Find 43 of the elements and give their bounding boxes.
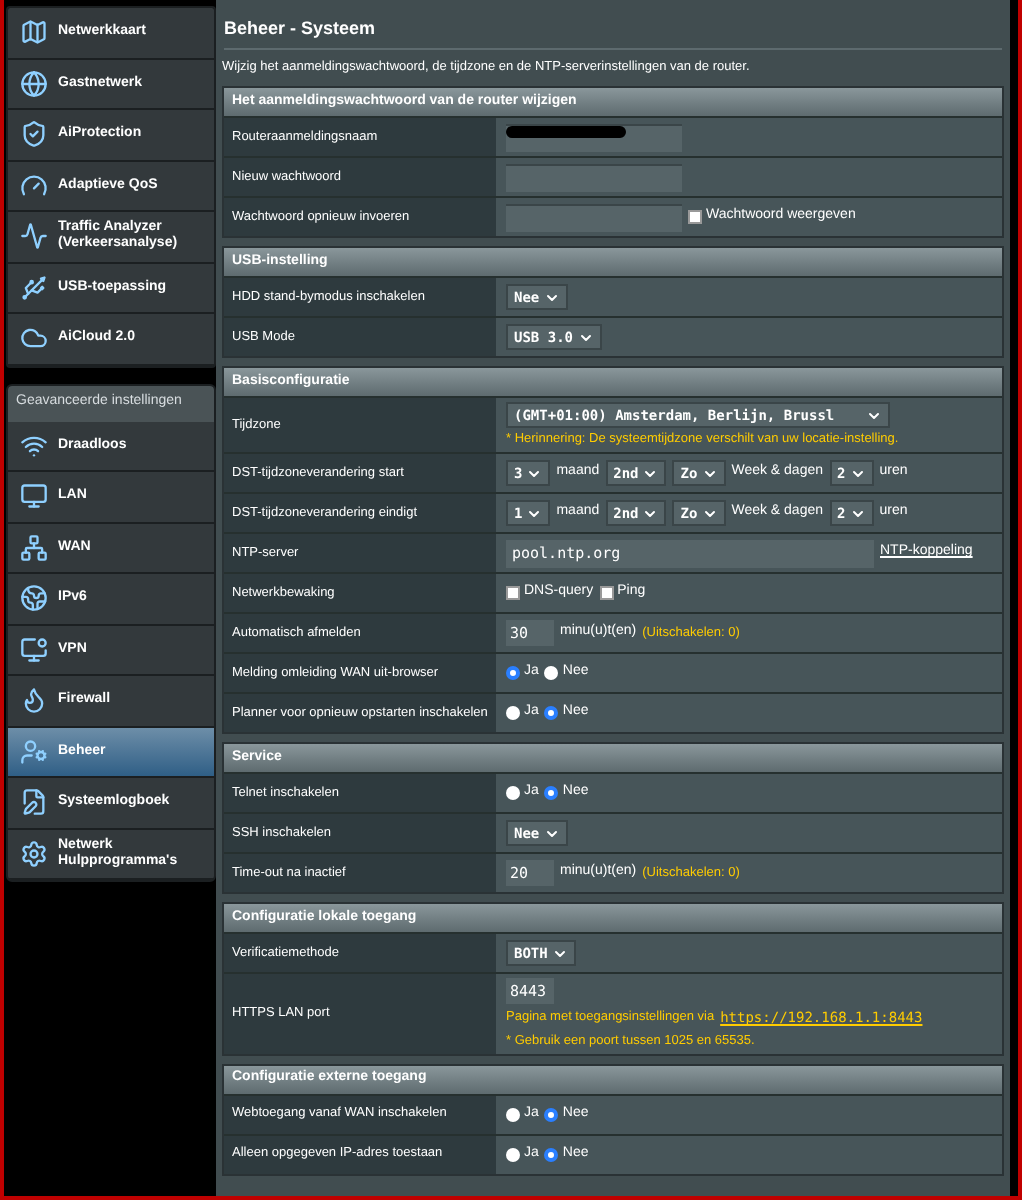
gauge-icon (20, 171, 48, 200)
pulse-icon (20, 222, 48, 251)
chevron-icon (701, 505, 718, 521)
chevron-icon (526, 465, 543, 481)
radio-button[interactable] (506, 666, 520, 680)
monitor-icon (20, 635, 48, 664)
monitor-icon (20, 482, 48, 511)
chevron-icon (543, 289, 560, 305)
checkbox[interactable] (506, 586, 520, 600)
chevron-icon (642, 505, 659, 521)
radio-button[interactable] (544, 1147, 559, 1161)
chevron-icon (701, 465, 718, 481)
chevron-icon (849, 465, 866, 481)
edit-icon (20, 788, 48, 817)
chevron-icon (849, 505, 866, 521)
chevron-icon (642, 465, 659, 481)
map-icon (20, 18, 48, 47)
checkbox[interactable] (688, 210, 702, 224)
radio-button[interactable] (506, 706, 520, 720)
radio-button[interactable] (544, 786, 559, 800)
wifi-icon (20, 431, 48, 460)
chevron-icon (577, 329, 594, 345)
chevron-icon (551, 945, 568, 961)
radio-button[interactable] (544, 666, 559, 680)
chevron-icon (526, 505, 543, 521)
input-field[interactable] (506, 163, 682, 191)
flame-icon (20, 686, 48, 715)
settings-icon (20, 839, 48, 868)
cloud-icon (20, 324, 48, 353)
page-title: Beheer - Systeem (224, 0, 1002, 50)
chevron-icon (866, 407, 882, 423)
usb-icon (20, 273, 48, 302)
input-field[interactable] (506, 203, 682, 231)
chevron-icon (543, 825, 560, 841)
user-icon (20, 737, 48, 766)
shield-icon (20, 120, 48, 149)
radio-button[interactable] (506, 1147, 520, 1161)
radio-button[interactable] (506, 1107, 520, 1121)
radio-button[interactable] (506, 786, 520, 800)
checkbox[interactable] (599, 586, 614, 600)
input-field[interactable] (506, 123, 682, 151)
radio-button[interactable] (544, 706, 559, 720)
radio-button[interactable] (544, 1107, 559, 1121)
